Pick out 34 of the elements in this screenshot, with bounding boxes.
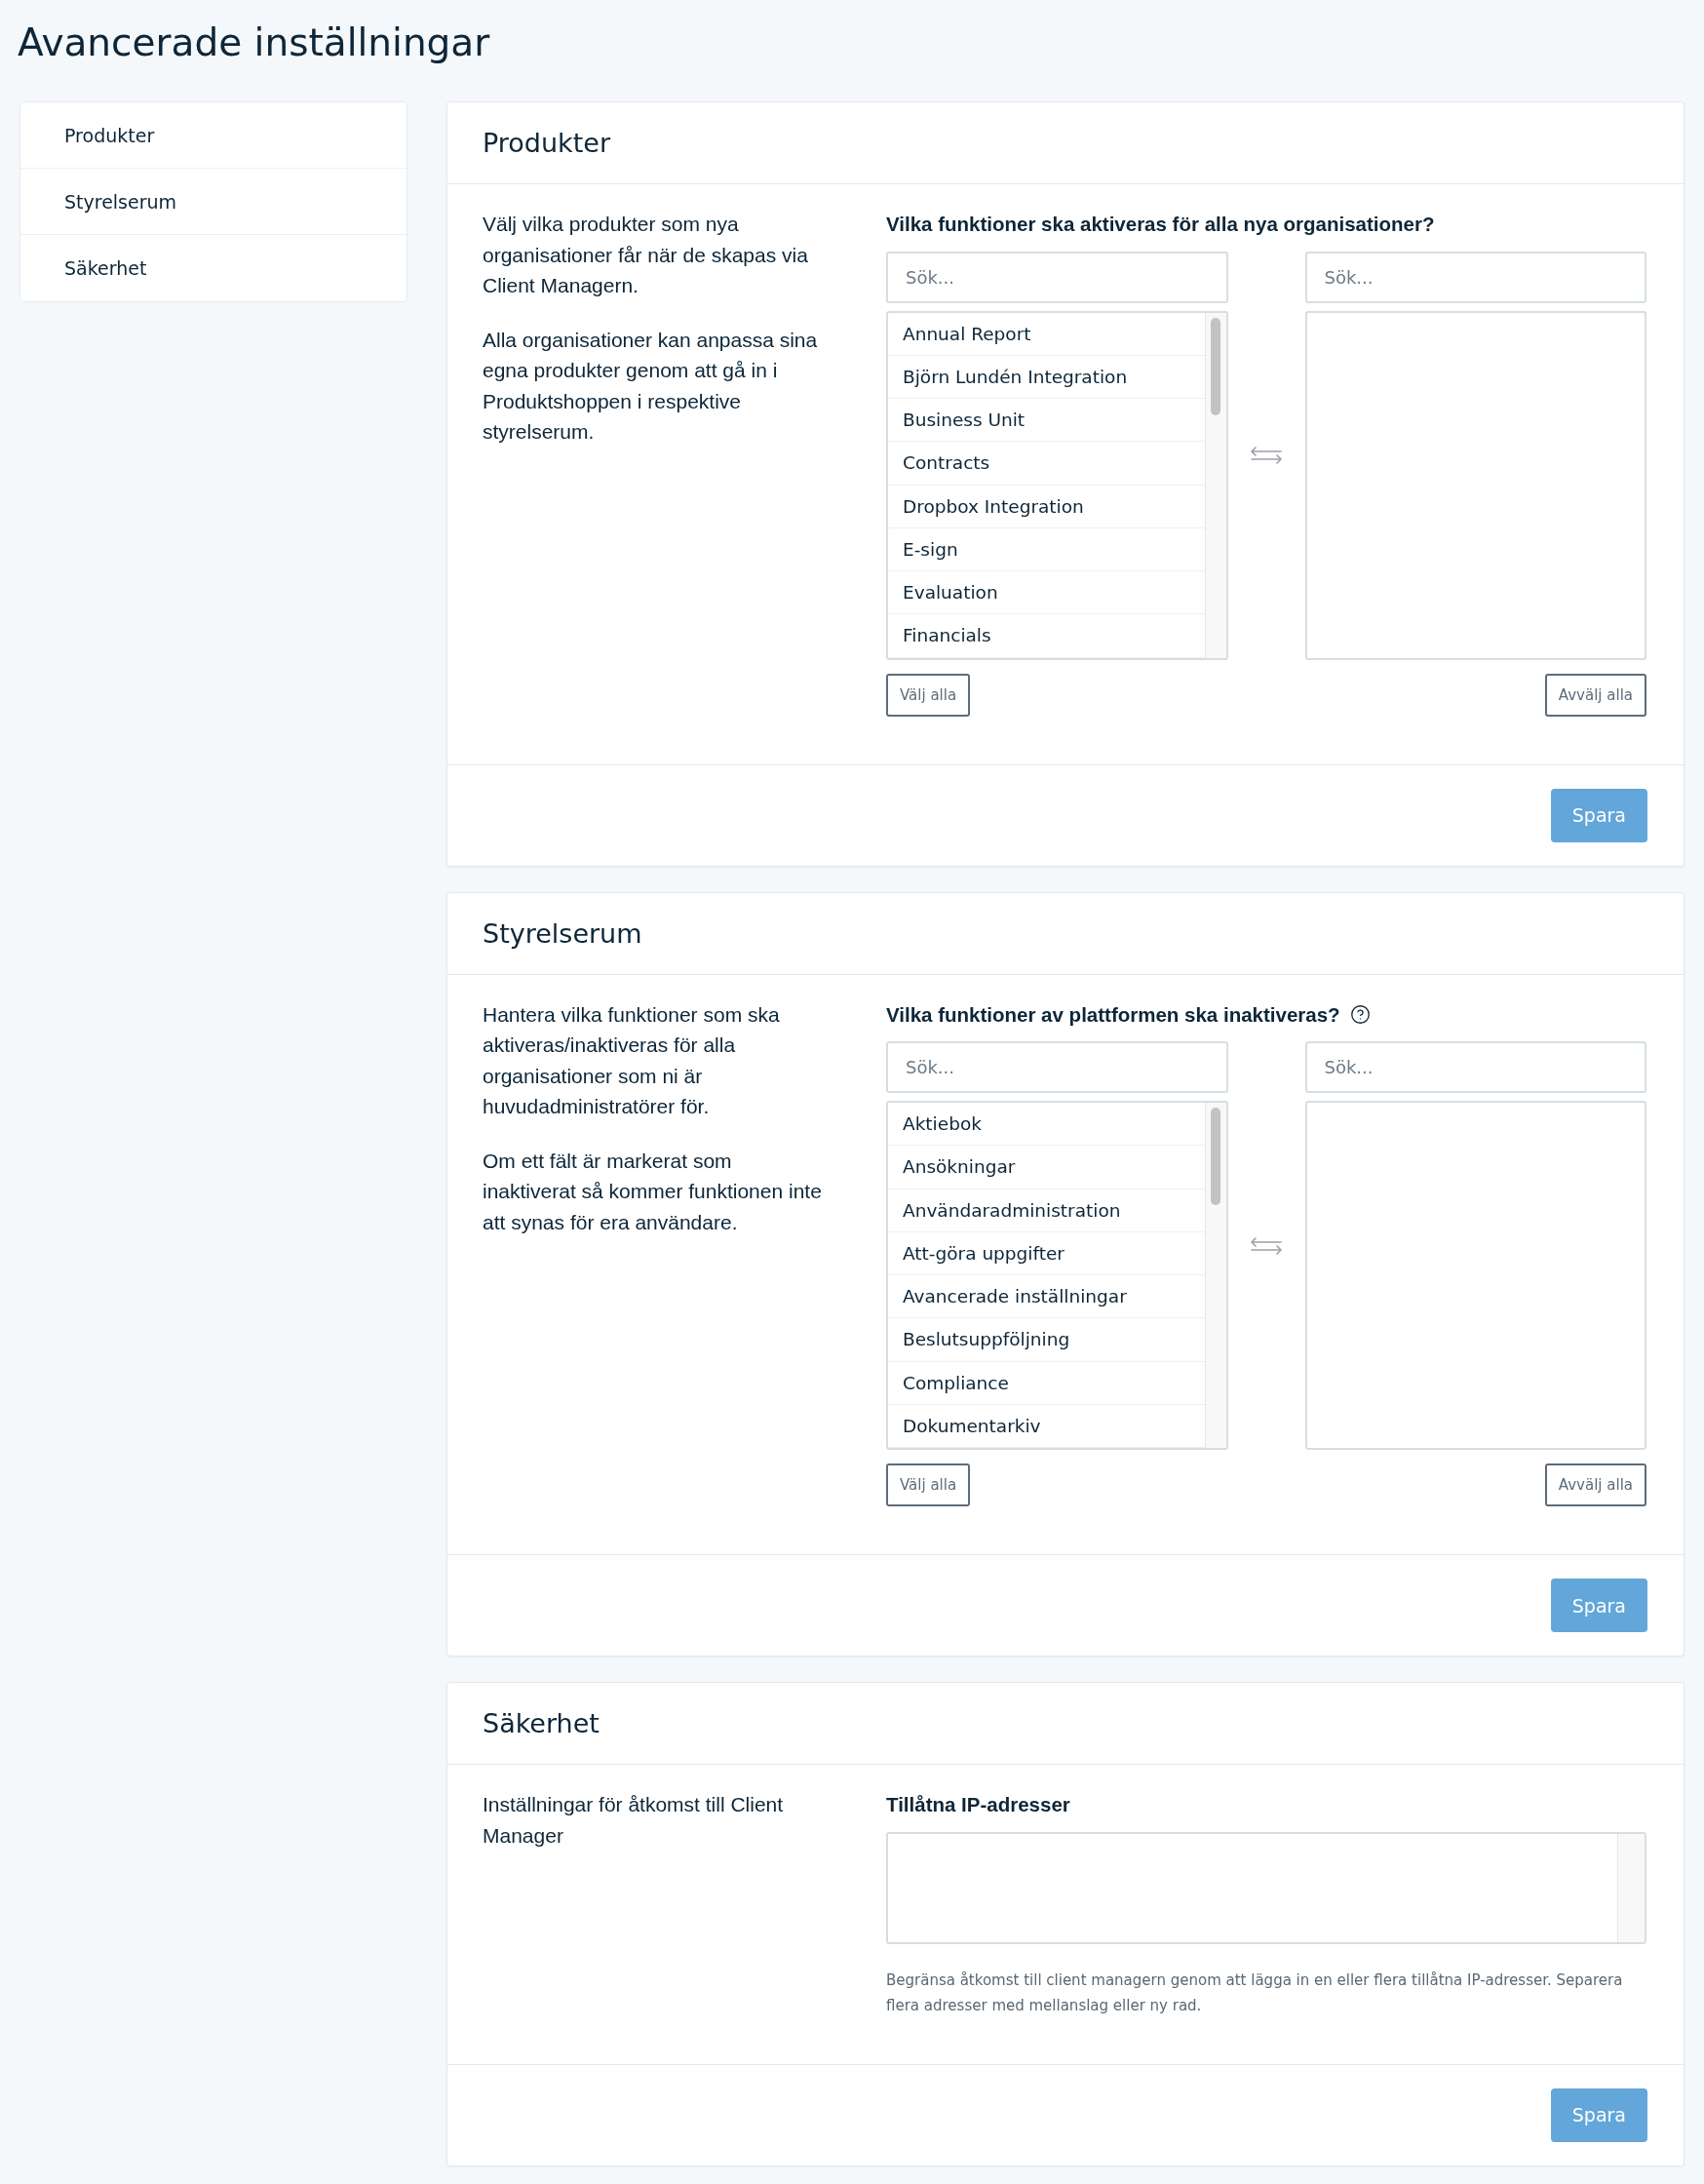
list-option[interactable]: Annual Report bbox=[888, 312, 1205, 356]
page-title: Avancerade inställningar bbox=[18, 20, 491, 66]
field-label: Vilka funktioner ska aktiveras för alla nya organisationer? bbox=[886, 212, 1435, 237]
select-all-button[interactable]: Välj alla bbox=[886, 673, 971, 717]
section-title: Styrelserum bbox=[483, 917, 642, 949]
option-list[interactable]: Aktiebok Ansökningar Användaradministration Att-göra uppgifter Avancerade inställningar Beslutsuppföljning Compliance Dokumentarkiv bbox=[886, 1101, 1228, 1450]
description-text: Alla organisationer kan anpassa sina egna produkter genom att gå in i Produktshoppen i respektive styrelserum. bbox=[483, 327, 819, 445]
option-list[interactable] bbox=[1304, 1101, 1646, 1450]
scrollbar-thumb[interactable] bbox=[1211, 317, 1220, 415]
description-text: Hantera vilka funktioner som ska aktiveras/inaktiveras för alla organisationer som ni är huvudadministratörer för. bbox=[483, 1001, 781, 1119]
field-label: Tillåtna IP-adresser bbox=[886, 1792, 1070, 1817]
help-text: Begränsa åtkomst till client managern genom att lägga in en eller flera tillåtna IP-adresser. Separera flera adresser med mellanslag eller ny rad. bbox=[886, 1970, 1624, 2016]
sidebar-item[interactable]: Produkter bbox=[20, 102, 407, 169]
section-title: Produkter bbox=[483, 128, 611, 158]
scrollbar-thumb[interactable] bbox=[1211, 1108, 1220, 1205]
help-icon[interactable] bbox=[1349, 1003, 1371, 1025]
search-field[interactable]: Sök... bbox=[1304, 251, 1646, 303]
swap-arrows-icon bbox=[1250, 447, 1283, 464]
field-label: Vilka funktioner av plattformen ska inaktiveras? bbox=[886, 1001, 1340, 1028]
description-text: Om ett fält är markerat som inaktiverat så kommer funktionen inte att synas för era användare. bbox=[483, 1148, 823, 1235]
section-title: Säkerhet bbox=[483, 1708, 600, 1738]
search-field[interactable]: Sök... bbox=[886, 251, 1228, 303]
list-option[interactable]: Aktiebok bbox=[888, 1103, 1205, 1147]
option-list[interactable]: Annual Report Björn Lundén Integration Business Unit Contracts Dropbox Integration E-sign Evaluation Financials bbox=[886, 310, 1228, 660]
deselect-all-button[interactable]: Avvälj alla bbox=[1544, 673, 1646, 717]
ip-address-field[interactable] bbox=[886, 1831, 1646, 1944]
description-text: Inställningar för åtkomst till Client Manager bbox=[483, 1792, 785, 1849]
search-field[interactable]: Sök... bbox=[886, 1041, 1228, 1093]
select-all-button[interactable]: Välj alla bbox=[886, 1463, 971, 1506]
deselect-all-button[interactable]: Avvälj alla bbox=[1544, 1463, 1646, 1506]
description-text: Välj vilka produkter som nya organisationer får när de skapas via Client Managern. bbox=[483, 212, 809, 298]
option-list[interactable] bbox=[1304, 310, 1646, 660]
search-field[interactable]: Sök... bbox=[1304, 1041, 1646, 1093]
swap-arrows-icon bbox=[1250, 1236, 1283, 1255]
